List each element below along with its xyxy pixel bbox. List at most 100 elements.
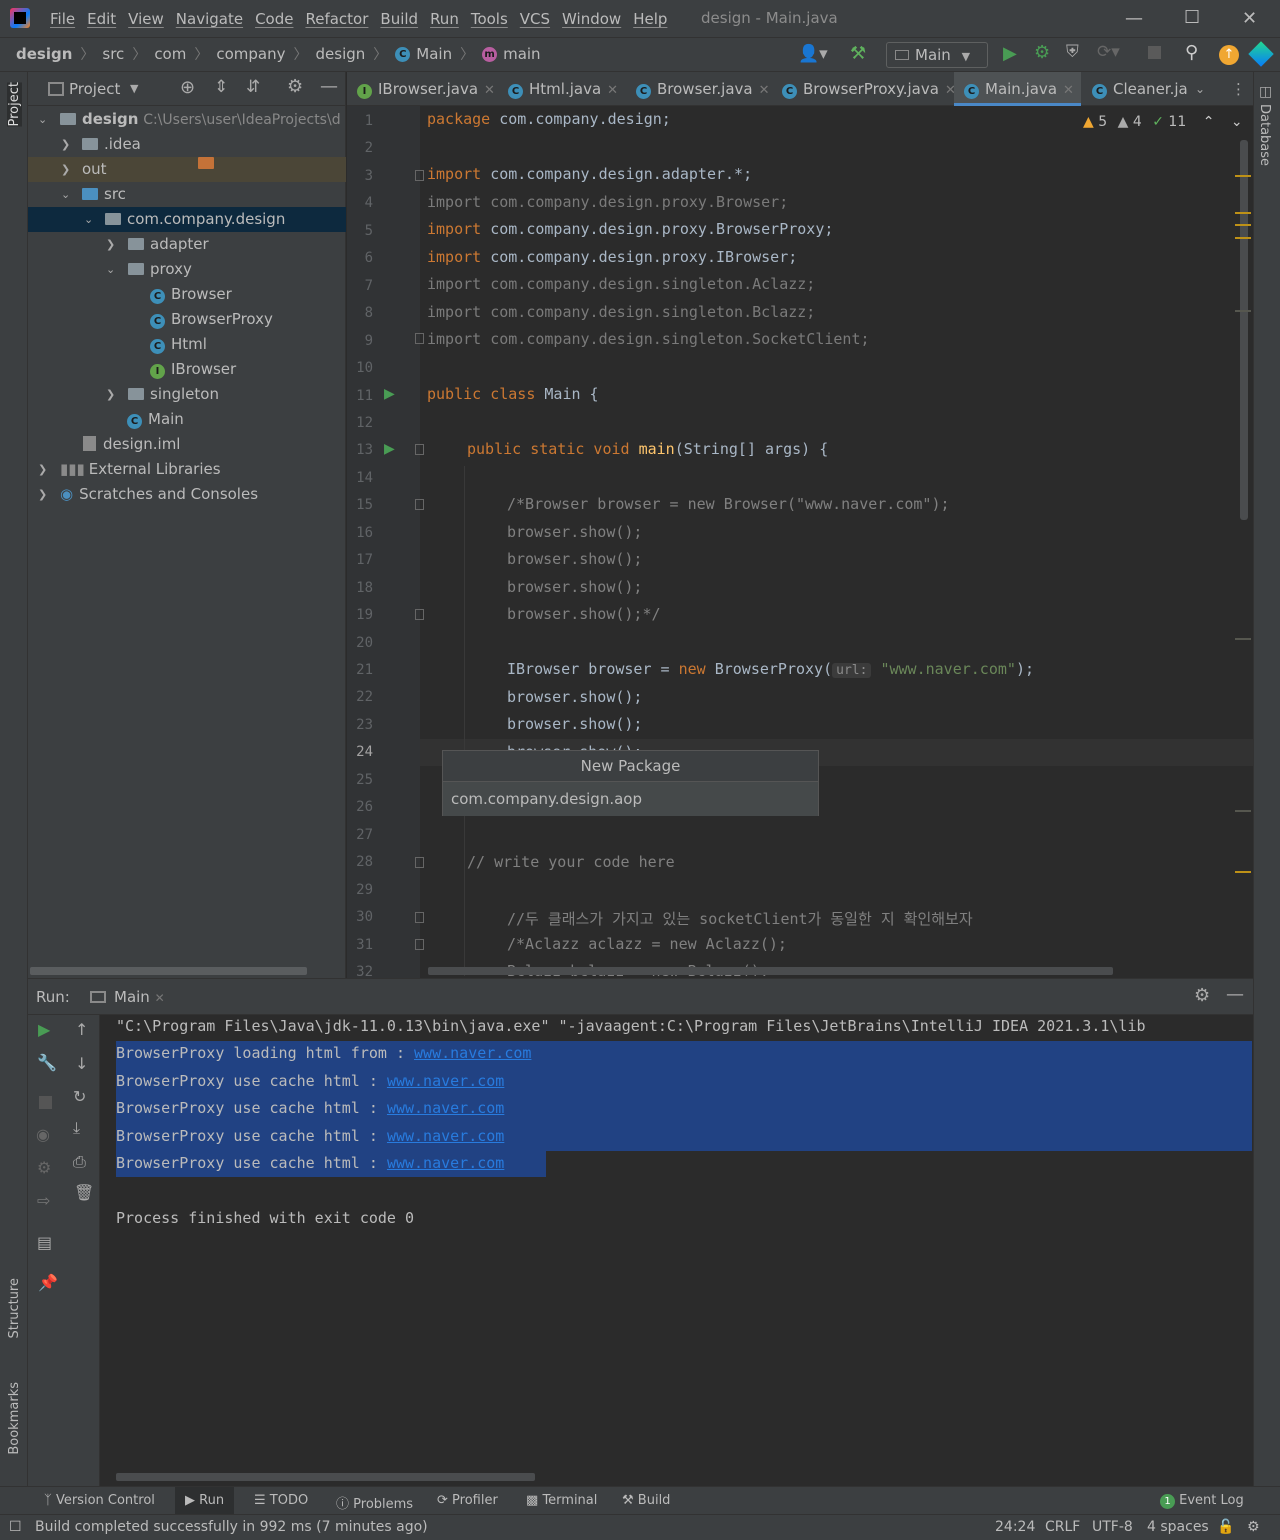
stop-icon[interactable]: [1148, 46, 1161, 59]
warning-marker[interactable]: [1235, 871, 1251, 873]
menu-navigate[interactable]: Navigate: [170, 10, 249, 28]
tool-build[interactable]: ⚒ Build: [622, 1493, 670, 1508]
close-tab-icon[interactable]: ✕: [759, 83, 770, 98]
code-line-19[interactable]: browser.show();*/: [507, 605, 661, 623]
minimize-icon[interactable]: —: [1125, 8, 1143, 29]
soft-wrap-icon[interactable]: ↻: [73, 1087, 86, 1106]
maximize-icon[interactable]: ☐: [1184, 7, 1200, 28]
code-line-3[interactable]: import com.company.design.adapter.*;: [427, 165, 752, 183]
tree-item-src[interactable]: ⌄ src: [28, 182, 346, 207]
menu-help[interactable]: Help: [627, 10, 673, 28]
weak-warning-marker[interactable]: [1235, 810, 1251, 812]
menu-run[interactable]: Run: [424, 10, 465, 28]
menu-vcs[interactable]: VCS: [514, 10, 556, 28]
tree-item-design-iml[interactable]: design.iml: [28, 432, 346, 457]
fold-icon[interactable]: [415, 912, 424, 923]
caret-position[interactable]: 24:24: [995, 1519, 1035, 1535]
gear-icon[interactable]: ⚙: [1194, 985, 1210, 1006]
search-icon[interactable]: ⚲: [1185, 42, 1198, 63]
tab-html[interactable]: C Html.java ✕: [508, 72, 623, 106]
arrow-down-icon[interactable]: ↓: [75, 1054, 88, 1073]
add-user-icon[interactable]: 👤▾: [798, 44, 828, 64]
tree-item-package-design[interactable]: ⌄ com.company.design: [28, 207, 346, 232]
tree-item-adapter[interactable]: ❯ adapter: [28, 232, 346, 257]
database-tool-button[interactable]: Database: [1257, 104, 1272, 166]
bookmarks-tool-button[interactable]: Bookmarks: [7, 1382, 22, 1455]
tab-browserproxy[interactable]: C BrowserProxy.java ✕: [782, 72, 956, 106]
close-tab-icon[interactable]: ✕: [484, 83, 495, 98]
tool-profiler[interactable]: ⟳ Profiler: [437, 1493, 498, 1508]
more-icon[interactable]: ⋮: [1231, 72, 1246, 106]
stop-icon[interactable]: [39, 1096, 52, 1109]
editor-scrollbar[interactable]: [1240, 140, 1248, 520]
close-tab-icon[interactable]: ✕: [607, 83, 618, 98]
inspector-icon[interactable]: ⚙: [1247, 1519, 1260, 1535]
menu-code[interactable]: Code: [249, 10, 299, 28]
fold-icon[interactable]: [415, 609, 424, 620]
code-line-21[interactable]: IBrowser browser = new BrowserProxy(url:…: [507, 660, 1034, 678]
breadcrumb-design[interactable]: design: [16, 45, 72, 63]
close-tab-icon[interactable]: ✕: [1063, 83, 1074, 98]
code-line-4[interactable]: import com.company.design.proxy.Browser;: [427, 193, 788, 211]
structure-tool-button[interactable]: Structure: [7, 1278, 22, 1338]
status-toggle-icon[interactable]: ☐: [9, 1519, 22, 1535]
close-tab-icon[interactable]: ✕: [155, 991, 165, 1005]
warning-marker[interactable]: [1235, 224, 1251, 226]
status-message[interactable]: Build completed successfully in 992 ms (…: [35, 1519, 428, 1535]
debug-icon[interactable]: ⚙: [1034, 42, 1050, 63]
database-icon[interactable]: ◫: [1259, 84, 1272, 100]
run-config-select[interactable]: Main ▼: [886, 42, 988, 68]
editor-h-scrollbar[interactable]: [428, 967, 1113, 975]
code-line-16[interactable]: browser.show();: [507, 523, 642, 541]
tree-item-browserproxy[interactable]: C BrowserProxy: [28, 307, 346, 332]
lock-icon[interactable]: 🔓: [1217, 1519, 1234, 1535]
weak-warning-marker[interactable]: [1235, 638, 1251, 640]
menu-build[interactable]: Build: [374, 10, 424, 28]
breadcrumb-design-pkg[interactable]: design: [316, 45, 366, 63]
fold-icon[interactable]: [415, 499, 424, 510]
tool-problems[interactable]: ⓘ Problems: [336, 1493, 413, 1512]
locate-icon[interactable]: ⊕: [180, 77, 195, 98]
tree-item-design[interactable]: ⌄ design C:\Users\user\IdeaProjects\d: [28, 107, 346, 132]
code-line-17[interactable]: browser.show();: [507, 550, 642, 568]
breadcrumb-src[interactable]: src: [102, 45, 124, 63]
tab-ibrowser[interactable]: I IBrowser.java ✕: [357, 72, 497, 106]
code-line-23[interactable]: browser.show();: [507, 715, 642, 733]
tree-item-idea[interactable]: ❯ .idea: [28, 132, 346, 157]
chevron-down-icon[interactable]: ▼: [130, 82, 138, 95]
next-highlight-icon[interactable]: ⌄: [1231, 114, 1243, 130]
expand-all-icon[interactable]: ⇕: [214, 77, 228, 97]
breadcrumb-company[interactable]: company: [216, 45, 285, 63]
rerun-icon[interactable]: ▶: [38, 1020, 50, 1039]
code-line-5[interactable]: import com.company.design.proxy.BrowserP…: [427, 220, 833, 238]
menu-window[interactable]: Window: [556, 10, 627, 28]
tree-item-external-libraries[interactable]: ❯ ▮▮▮ External Libraries: [28, 457, 346, 482]
update-icon[interactable]: ↑: [1219, 45, 1239, 65]
code-line-6[interactable]: import com.company.design.proxy.IBrowser…: [427, 248, 797, 266]
tab-main[interactable]: C Main.java ✕: [954, 72, 1081, 106]
build-hammer-icon[interactable]: ⚒: [850, 43, 866, 64]
pin-icon[interactable]: 📌: [38, 1273, 58, 1292]
code-line-31[interactable]: /*Aclazz aclazz = new Aclazz();: [507, 935, 787, 953]
menu-tools[interactable]: Tools: [465, 10, 514, 28]
console-link[interactable]: www.naver.com: [387, 1099, 504, 1117]
tree-item-scratches[interactable]: ❯ ◉ Scratches and Consoles: [28, 482, 346, 507]
tree-item-out[interactable]: ❯ out: [28, 157, 346, 182]
profile-icon[interactable]: ⟳▾: [1097, 42, 1120, 62]
line-separator[interactable]: CRLF: [1045, 1519, 1080, 1535]
tree-item-html[interactable]: C Html: [28, 332, 346, 357]
package-name-input[interactable]: com.company.design.aop: [443, 782, 818, 816]
settings-icon[interactable]: ⚙: [37, 1158, 51, 1177]
menu-view[interactable]: View: [122, 10, 170, 28]
run-gutter-icon[interactable]: ▶: [384, 386, 395, 402]
run-gutter-icon[interactable]: ▶: [384, 441, 395, 457]
scroll-to-end-icon[interactable]: ⤓: [73, 1118, 80, 1138]
tree-item-proxy[interactable]: ⌄ proxy: [28, 257, 346, 282]
code-line-7[interactable]: import com.company.design.singleton.Acla…: [427, 275, 815, 293]
code-line-11[interactable]: public class Main {: [427, 385, 599, 403]
indent-setting[interactable]: 4 spaces: [1147, 1519, 1209, 1535]
coverage-icon[interactable]: ⛨: [1066, 42, 1079, 62]
code-line-9[interactable]: import com.company.design.singleton.Sock…: [427, 330, 870, 348]
fold-icon[interactable]: [415, 333, 424, 344]
project-view-select[interactable]: Project: [69, 80, 120, 98]
